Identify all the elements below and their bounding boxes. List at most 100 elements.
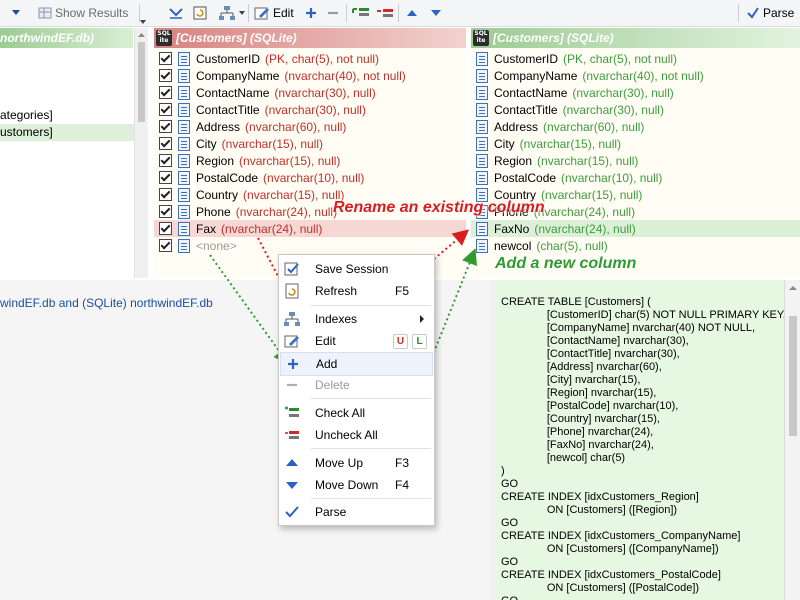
target-table-panel: SQL ite [Customers] (SQLite) CustomerID (P…	[471, 28, 800, 278]
move-down-button[interactable]	[430, 3, 442, 23]
menu-item-check-all[interactable]: Check All	[280, 402, 433, 424]
refresh-button[interactable]	[192, 3, 208, 23]
source-column-row[interactable]: ContactTitle (nvarchar(30), null)	[154, 101, 466, 118]
menu-item-indexes[interactable]: Indexes	[280, 308, 433, 330]
column-field-icon	[476, 170, 488, 185]
target-column-row[interactable]: newcol (char(5), null)	[471, 237, 800, 254]
edit-button[interactable]: Edit	[254, 3, 294, 23]
source-column-row[interactable]: City (nvarchar(15), null)	[154, 135, 466, 152]
submenu-arrow-icon	[387, 312, 433, 326]
target-panel-scrollbar[interactable]	[783, 28, 800, 278]
sql-script-panel[interactable]: CREATE TABLE [Customers] ( [CustomerID] …	[496, 280, 784, 600]
menu-item-shortcut: F3	[395, 456, 410, 470]
refresh-icon	[193, 6, 207, 20]
menu-item-uncheck-all[interactable]: Uncheck All	[280, 424, 433, 446]
menu-item-edit[interactable]: Edit UL	[280, 330, 433, 352]
parse-label: Parse	[763, 6, 795, 20]
move-up-button[interactable]	[406, 3, 418, 23]
target-column-row[interactable]: FaxNo (nvarchar(24), null)	[471, 220, 800, 237]
uncheck-all-icon	[377, 9, 393, 17]
delete-button[interactable]	[327, 3, 339, 23]
column-field-icon	[476, 221, 488, 236]
column-field-icon	[476, 102, 488, 117]
column-type: (PK, char(5), not null)	[563, 51, 678, 66]
column-type: (nvarchar(10), null)	[561, 170, 663, 185]
column-checkbox[interactable]	[159, 154, 172, 167]
tree-item-categories[interactable]: ategories]	[0, 107, 53, 124]
up-arrow-icon	[407, 10, 417, 16]
target-column-row[interactable]: CompanyName (nvarchar(40), not null)	[471, 67, 800, 84]
column-type: (nvarchar(15), null)	[537, 153, 639, 168]
menu-item-move-up[interactable]: Move Up F3	[280, 452, 433, 474]
column-checkbox[interactable]	[159, 120, 172, 133]
column-checkbox[interactable]	[159, 137, 172, 150]
scroll-up-icon[interactable]	[785, 283, 800, 293]
left-panel-scrollbar[interactable]	[134, 28, 148, 278]
column-checkbox[interactable]	[159, 171, 172, 184]
check-all-button[interactable]	[352, 3, 370, 23]
column-type: (nvarchar(15), null)	[221, 136, 324, 151]
column-field-icon	[178, 153, 190, 168]
source-column-row[interactable]: PostalCode (nvarchar(10), null)	[154, 169, 466, 186]
menu-item-add[interactable]: Add	[280, 352, 433, 376]
lowercase-badge[interactable]: L	[412, 334, 427, 349]
source-column-row[interactable]: Address (nvarchar(60), null)	[154, 118, 466, 135]
menu-item-move-down[interactable]: Move Down F4	[280, 474, 433, 496]
scroll-up-icon[interactable]	[135, 30, 148, 40]
menu-item-refresh[interactable]: Refresh F5	[280, 280, 433, 302]
target-column-row[interactable]: CustomerID (PK, char(5), not null)	[471, 50, 800, 67]
column-checkbox[interactable]	[159, 188, 172, 201]
column-field-icon	[476, 85, 488, 100]
source-column-row[interactable]: CompanyName (nvarchar(40), not null)	[154, 67, 466, 84]
column-field-icon	[476, 51, 488, 66]
indexes-button[interactable]	[218, 3, 246, 23]
save-session-icon	[284, 261, 300, 277]
menu-item-shortcut: F5	[395, 284, 410, 298]
column-field-icon	[178, 238, 190, 253]
column-checkbox[interactable]	[159, 52, 172, 65]
parse-icon	[284, 504, 300, 520]
column-type: (nvarchar(15), null)	[239, 153, 341, 168]
target-column-row[interactable]: PostalCode (nvarchar(10), null)	[471, 169, 800, 186]
refresh-icon	[284, 283, 300, 299]
show-results-button[interactable]: Show Results	[38, 3, 128, 23]
tree-icon	[219, 6, 235, 20]
menu-item-delete[interactable]: Delete	[280, 374, 433, 396]
target-column-row[interactable]: ContactName (nvarchar(30), null)	[471, 84, 800, 101]
source-column-row[interactable]: Region (nvarchar(15), null)	[154, 152, 466, 169]
menu-item-parse[interactable]: Parse	[280, 501, 433, 523]
column-type: (nvarchar(30), null)	[274, 85, 376, 100]
source-column-row[interactable]: Fax (nvarchar(24), null)	[154, 220, 466, 237]
collapse-arrow-icon[interactable]	[10, 3, 22, 23]
target-column-row[interactable]: Region (nvarchar(15), null)	[471, 152, 800, 169]
uppercase-badge[interactable]: U	[393, 334, 408, 349]
column-checkbox[interactable]	[159, 205, 172, 218]
column-checkbox[interactable]	[159, 86, 172, 99]
parse-button[interactable]: Parse	[746, 3, 794, 23]
target-column-row[interactable]: City (nvarchar(15), null)	[471, 135, 800, 152]
column-name: Region	[196, 153, 235, 168]
menu-item-save-session[interactable]: Save Session	[280, 258, 433, 280]
scroll-thumb[interactable]	[789, 316, 797, 436]
target-column-row[interactable]: Address (nvarchar(60), null)	[471, 118, 800, 135]
column-checkbox[interactable]	[159, 239, 172, 252]
source-column-row[interactable]: CustomerID (PK, char(5), not null)	[154, 50, 466, 67]
source-table-title: [Customers] (SQLite)	[176, 31, 297, 45]
source-column-row[interactable]: <none>	[154, 237, 466, 254]
column-checkbox[interactable]	[159, 103, 172, 116]
minus-icon	[328, 11, 338, 15]
sql-scrollbar[interactable]	[784, 280, 800, 600]
target-column-row[interactable]: ContactTitle (nvarchar(30), null)	[471, 101, 800, 118]
column-name: CustomerID	[196, 51, 261, 66]
source-column-row[interactable]: ContactName (nvarchar(30), null)	[154, 84, 466, 101]
add-button[interactable]	[305, 3, 317, 23]
delete-icon	[284, 377, 300, 393]
scroll-thumb[interactable]	[138, 42, 145, 122]
tree-item-customers[interactable]: ustomers]	[0, 124, 134, 141]
column-type: (nvarchar(30), null)	[264, 102, 366, 117]
column-checkbox[interactable]	[159, 69, 172, 82]
column-checkbox[interactable]	[159, 222, 172, 235]
uncheck-all-button[interactable]	[376, 3, 394, 23]
compare-button[interactable]	[168, 3, 184, 23]
column-name: ContactName	[494, 85, 568, 100]
